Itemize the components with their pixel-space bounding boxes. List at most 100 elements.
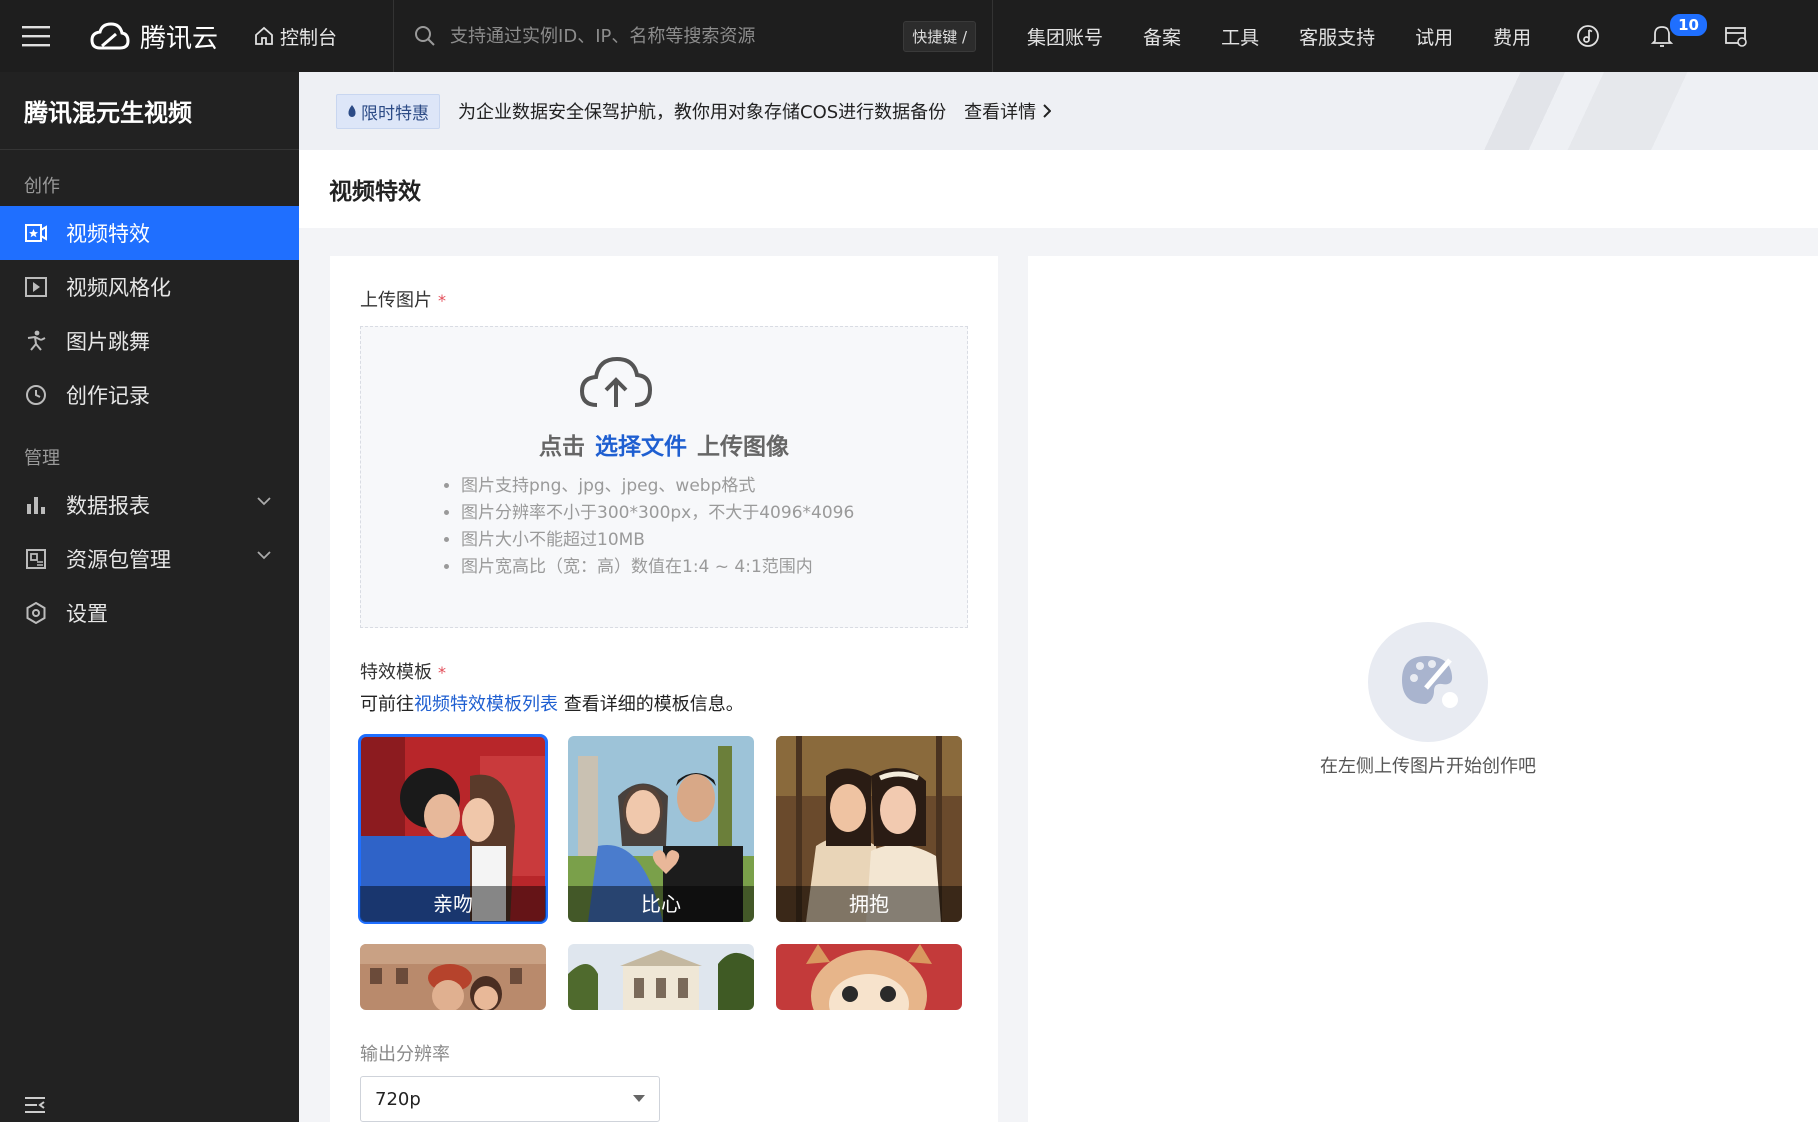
console-link[interactable]: 控制台 [254,23,337,50]
history-icon [24,383,48,407]
video-effect-icon [24,221,48,245]
template-hint: 可前往视频特效模板列表 查看详细的模板信息。 [360,690,968,716]
music-note-icon [1577,25,1600,47]
upload-prefix: 点击 [539,434,585,460]
promo-details-link[interactable]: 查看详情 [964,98,1052,124]
empty-state-text: 在左侧上传图片开始创作吧 [1320,756,1536,777]
template-thumbnail [568,944,754,1010]
flame-icon [348,105,356,117]
nav-icp-filing[interactable]: 备案 [1123,23,1201,50]
required-mark: * [438,663,446,682]
sidebar-item-label: 设置 [66,602,108,626]
logo-text: 腾讯云 [140,23,219,54]
palette-icon [1368,622,1488,742]
template-card-hug[interactable]: 拥抱 [776,736,962,922]
notification-button[interactable]: 10 [1625,0,1709,72]
search-icon [415,26,435,46]
template-card-heart[interactable]: 比心 [568,736,754,922]
shortcut-hint: 快捷键 / [903,20,977,52]
promo-decoration [1298,72,1818,150]
resolution-value: 720p [375,1088,421,1110]
template-card-5[interactable] [568,944,754,1010]
template-label: 特效模板 * [360,658,968,684]
console-label: 控制台 [280,26,338,49]
nav-support[interactable]: 客服支持 [1279,23,1395,50]
template-card-4[interactable] [360,944,546,1010]
nav-trial[interactable]: 试用 [1395,23,1473,50]
main-content: 限时特惠 为企业数据安全保驾护航，教你用对象存储COS进行数据备份 查看详情 视… [299,72,1818,1122]
template-thumbnail [360,944,546,1010]
template-label-text: 特效模板 [360,662,432,683]
nav-group-account[interactable]: 集团账号 [1007,23,1123,50]
sidebar-item-label: 视频风格化 [66,276,171,300]
select-file-link[interactable]: 选择文件 [595,434,687,460]
page-title: 视频特效 [299,150,1818,228]
cloud-logo-icon [90,22,130,50]
search-input[interactable] [450,25,904,47]
template-caption: 亲吻 [360,886,546,922]
nav-tools[interactable]: 工具 [1201,23,1279,50]
resolution-select[interactable]: 720p [360,1076,660,1122]
settings-icon [24,601,48,625]
upload-tip: 图片宽高比（宽：高）数值在1:4 ~ 4:1范围内 [461,554,854,581]
sidebar-item-history[interactable]: 创作记录 [0,368,299,422]
top-bar: 腾讯云 控制台 快捷键 / 集团账号 备案 工具 客服支持 试用 费用 10 [0,0,1818,72]
upload-requirements: 图片支持png、jpg、jpeg、webp格式 图片分辨率不小于300*300p… [461,473,854,581]
sidebar-item-image-dance[interactable]: 图片跳舞 [0,314,299,368]
upload-tip: 图片分辨率不小于300*300px，不大于4096*4096 [461,500,854,527]
template-hint-suffix: 查看详细的模板信息。 [558,694,744,715]
sidebar-item-label: 创作记录 [66,384,150,408]
menu-icon[interactable] [0,0,72,72]
sidebar-group-manage: 管理 [24,448,60,469]
product-title: 腾讯混元生视频 [0,72,299,150]
nav-billing[interactable]: 费用 [1473,23,1551,50]
template-grid: 亲吻 比心 拥抱 [358,734,968,1010]
video-play-icon [24,275,48,299]
template-card-kiss[interactable]: 亲吻 [358,734,548,924]
upload-label: 上传图片 * [360,286,968,312]
sidebar-item-settings[interactable]: 设置 [0,586,299,640]
package-icon [24,547,48,571]
sidebar-item-label: 资源包管理 [66,548,171,572]
sidebar: 腾讯混元生视频 创作 视频特效 视频风格化 图片跳舞 创作记录 管理 数据报表 [0,72,299,1122]
promo-tag-label: 限时特惠 [361,103,429,124]
promo-banner: 限时特惠 为企业数据安全保驾护航，教你用对象存储COS进行数据备份 查看详情 [299,72,1818,150]
sidebar-item-label: 图片跳舞 [66,330,150,354]
promo-tag: 限时特惠 [336,93,440,129]
account-card-icon [1725,27,1747,47]
preview-panel: 在左侧上传图片开始创作吧 [1028,256,1818,1122]
upload-tip: 图片大小不能超过10MB [461,527,854,554]
divider [992,0,994,72]
caret-down-icon [633,1095,645,1102]
template-caption: 比心 [568,886,754,922]
template-list-link[interactable]: 视频特效模板列表 [414,694,558,715]
template-thumbnail [776,944,962,1010]
upload-title: 点击 选择文件 上传图像 [361,427,967,461]
music-note-button[interactable] [1551,0,1625,72]
upload-dropzone[interactable]: 点击选择文件上传图像 图片支持png、jpg、jpeg、webp格式 图片分辨率… [360,326,968,628]
sidebar-group-create: 创作 [24,176,60,197]
template-caption: 拥抱 [776,886,962,922]
chevron-down-icon [257,551,271,560]
template-hint-prefix: 可前往 [360,694,414,715]
tencent-cloud-logo[interactable]: 腾讯云 [90,18,218,55]
dancer-icon [24,329,48,353]
search-bar: 快捷键 / [394,0,992,72]
sidebar-item-resource-package[interactable]: 资源包管理 [0,532,299,586]
cloud-upload-icon [579,356,653,407]
chevron-right-icon [1043,104,1052,118]
chevron-down-icon [257,497,271,506]
promo-text: 为企业数据安全保驾护航，教你用对象存储COS进行数据备份 [458,102,947,123]
sidebar-item-label: 数据报表 [66,494,150,518]
sidebar-item-data-report[interactable]: 数据报表 [0,478,299,532]
sidebar-item-video-stylize[interactable]: 视频风格化 [0,260,299,314]
collapse-sidebar-icon[interactable] [24,1096,46,1118]
required-mark: * [438,291,446,310]
bar-chart-icon [24,493,48,517]
template-card-6[interactable] [776,944,962,1010]
account-center-button[interactable] [1699,0,1773,72]
sidebar-item-video-effect[interactable]: 视频特效 [0,206,299,260]
sidebar-item-label: 视频特效 [66,222,150,246]
promo-link-label: 查看详情 [964,102,1037,123]
upload-suffix: 上传图像 [697,434,789,460]
